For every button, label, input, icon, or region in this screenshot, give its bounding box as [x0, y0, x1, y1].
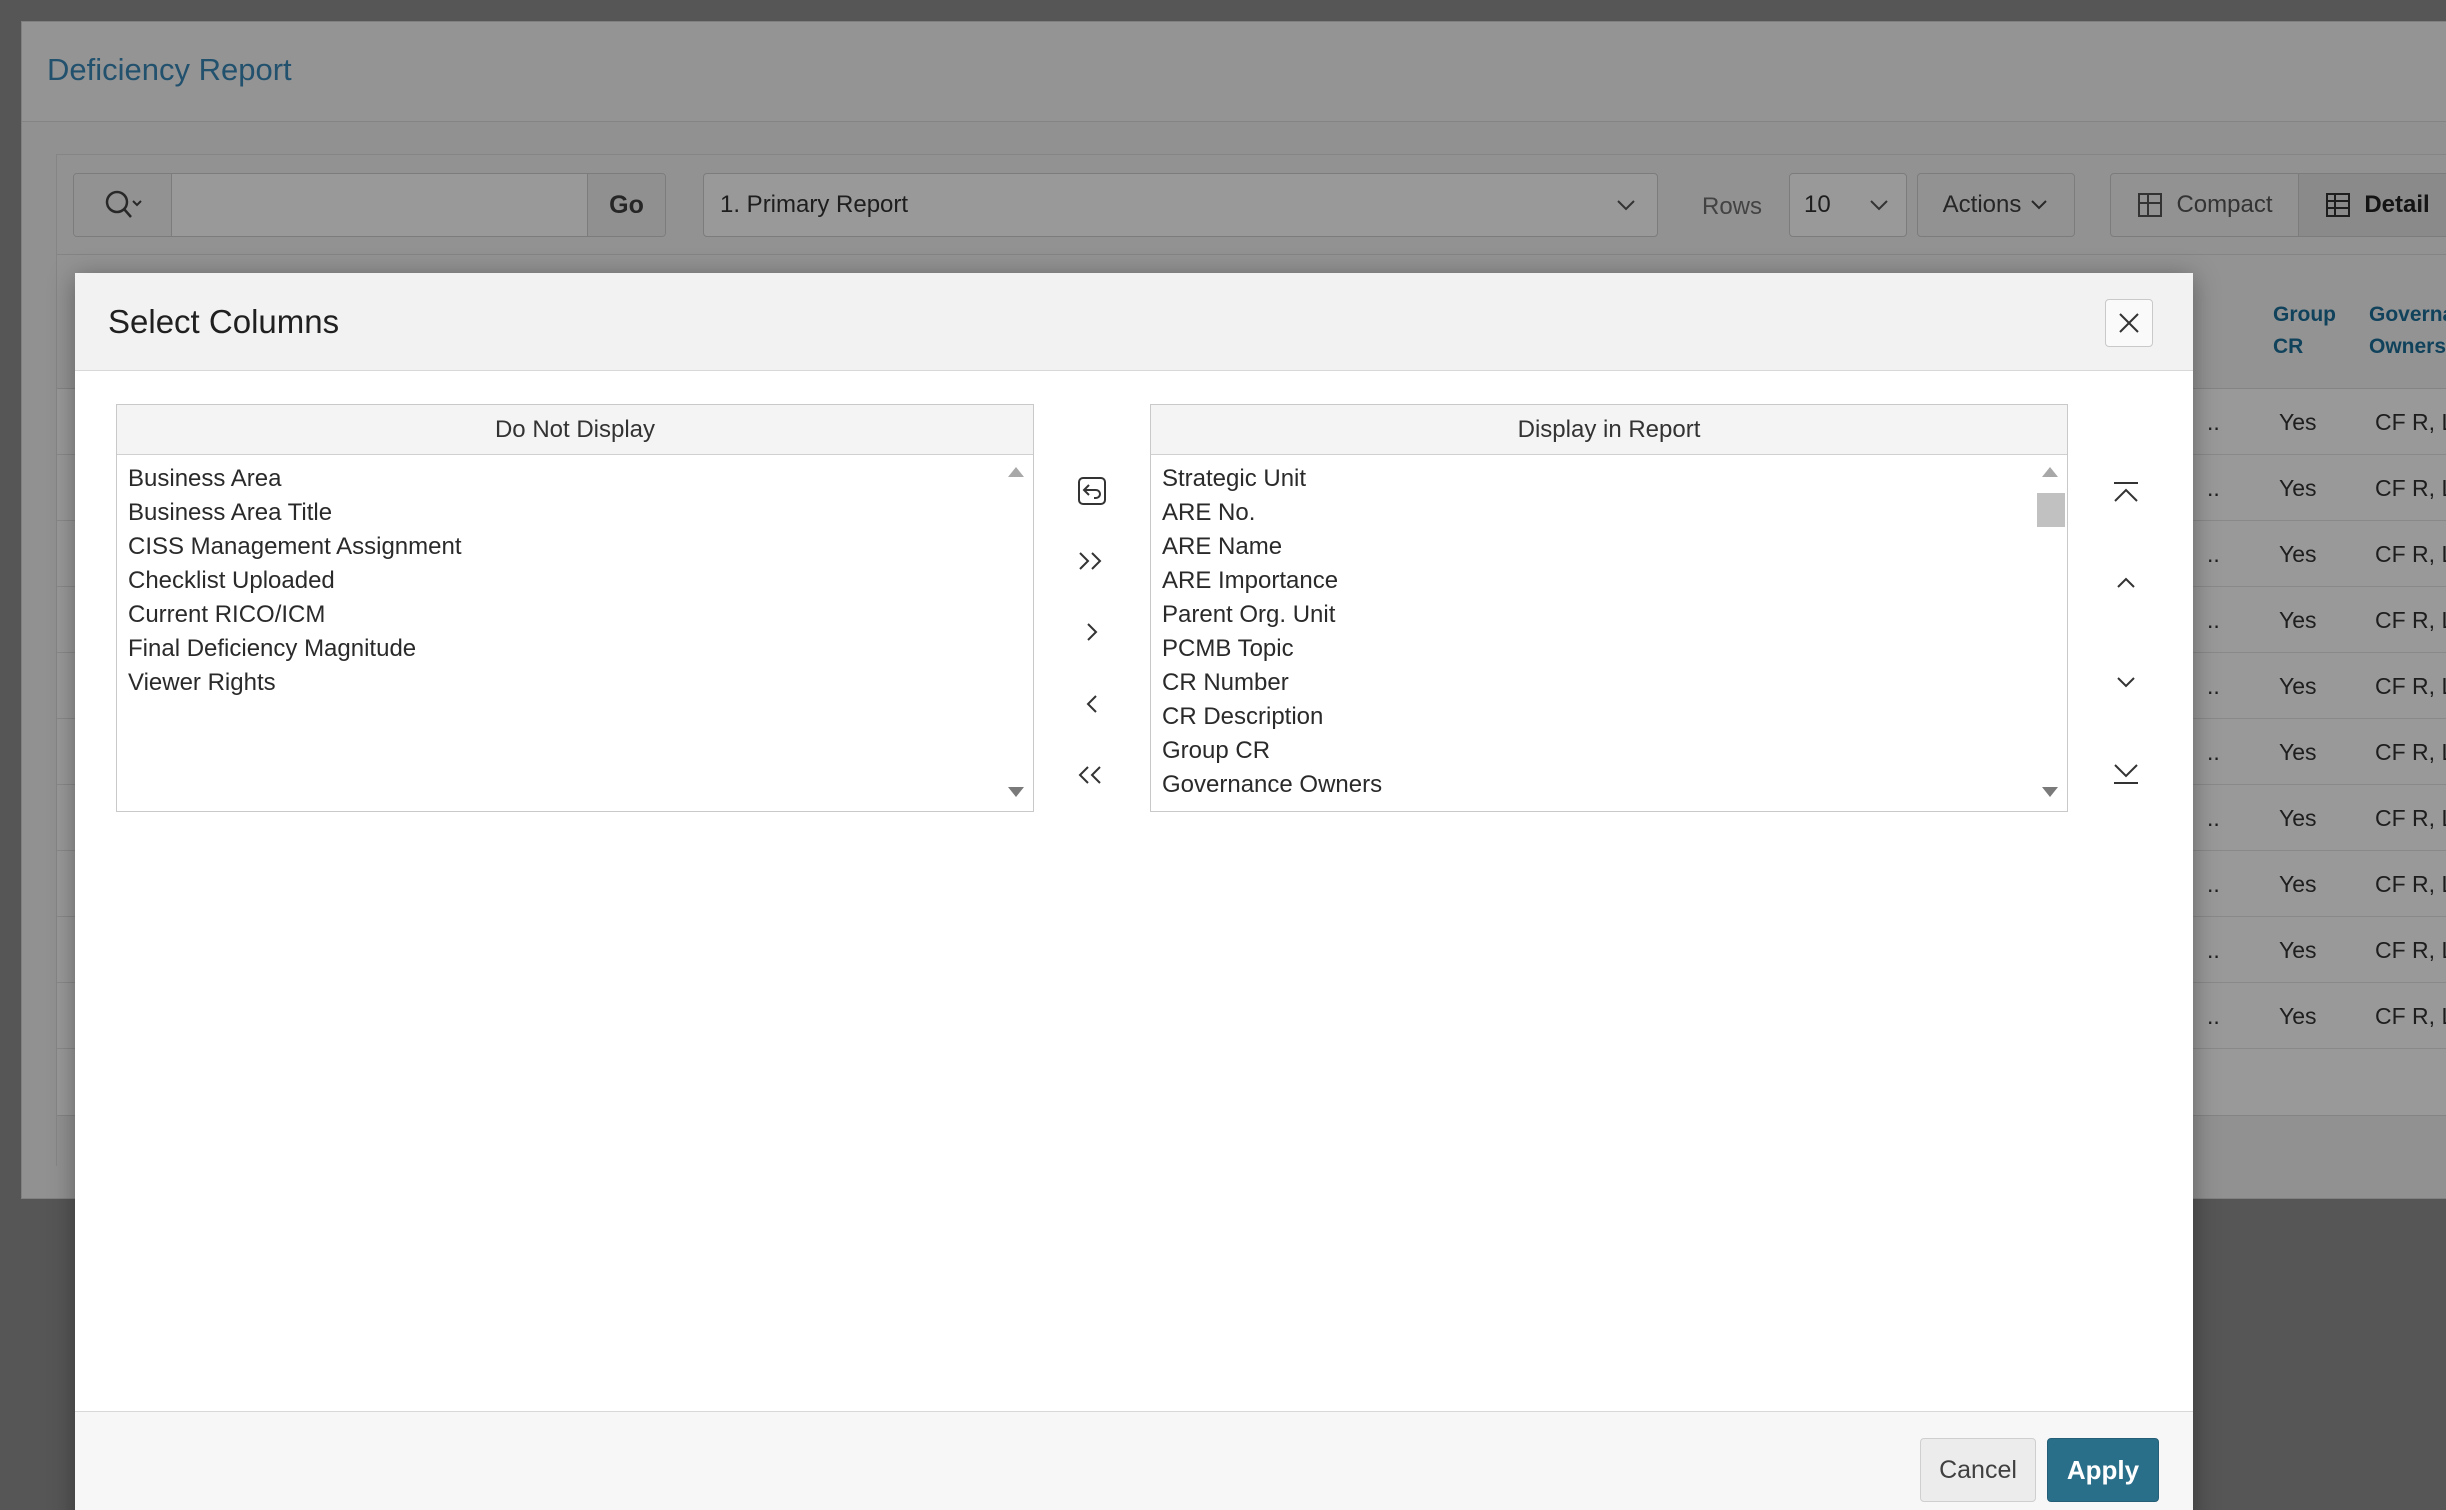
move-down-button[interactable]: [2098, 654, 2154, 710]
list-item[interactable]: ARE Importance: [1162, 567, 1338, 595]
dialog-header: Select Columns: [75, 273, 2193, 371]
close-button[interactable]: [2105, 299, 2153, 347]
chevron-left-icon: [1086, 695, 1097, 713]
display-in-report-options[interactable]: Strategic Unit ARE No. ARE Name ARE Importa…: [1151, 455, 2067, 811]
chevron-right-icon: [1087, 623, 1098, 641]
close-icon: [2119, 313, 2139, 333]
list-item[interactable]: Business Area Title: [128, 499, 332, 527]
list-item[interactable]: ARE No.: [1162, 499, 1255, 527]
double-chevron-left-icon: [1078, 766, 1101, 784]
list-item[interactable]: PCMB Topic: [1162, 635, 1294, 663]
dialog-title: Select Columns: [108, 303, 340, 340]
list-item[interactable]: Final Deficiency Magnitude: [128, 635, 416, 663]
select-columns-dialog: Select Columns Do Not Display Business A…: [75, 273, 2193, 1510]
double-chevron-right-icon: [1079, 552, 1102, 570]
scroll-up-icon[interactable]: [1008, 467, 1024, 477]
move-top-button[interactable]: [2098, 465, 2154, 521]
reset-icon: [1078, 477, 1106, 505]
list-item[interactable]: CISS Management Assignment: [128, 533, 462, 561]
list-item[interactable]: Current RICO/ICM: [128, 601, 325, 629]
scrollbar-thumb[interactable]: [2037, 493, 2065, 527]
list-item[interactable]: CR Number: [1162, 669, 1289, 697]
move-bottom-icon: [2114, 764, 2138, 784]
list-item[interactable]: CR Description: [1162, 703, 1323, 731]
list-item[interactable]: ARE Name: [1162, 533, 1282, 561]
do-not-display-list[interactable]: Do Not Display Business Area Business Are…: [116, 404, 1034, 812]
apply-button[interactable]: Apply: [2047, 1438, 2159, 1502]
scrollbar[interactable]: [2033, 455, 2067, 811]
list-item[interactable]: Business Area: [128, 465, 281, 493]
reset-button[interactable]: [1064, 463, 1120, 519]
chevron-down-icon: [2117, 677, 2135, 688]
scroll-down-icon[interactable]: [1008, 787, 1024, 797]
do-not-display-options[interactable]: Business Area Business Area Title CISS Man…: [117, 455, 1033, 811]
chevron-up-icon: [2117, 577, 2135, 588]
move-top-icon: [2114, 482, 2138, 502]
list-item[interactable]: Strategic Unit: [1162, 465, 1306, 493]
list-item[interactable]: Governance Owners: [1162, 771, 1382, 799]
list-item[interactable]: Parent Org. Unit: [1162, 601, 1335, 629]
dialog-footer: Cancel Apply: [75, 1411, 2193, 1510]
list-item[interactable]: Viewer Rights: [128, 669, 276, 697]
display-in-report-header: Display in Report: [1151, 405, 2067, 455]
move-up-button[interactable]: [2098, 555, 2154, 611]
do-not-display-header: Do Not Display: [117, 405, 1033, 455]
scroll-down-icon[interactable]: [2042, 787, 2058, 797]
move-all-left-button[interactable]: [1064, 747, 1120, 803]
move-right-button[interactable]: [1064, 604, 1120, 660]
scroll-up-icon[interactable]: [2042, 467, 2058, 477]
move-all-right-button[interactable]: [1064, 533, 1120, 589]
move-left-button[interactable]: [1064, 676, 1120, 732]
display-in-report-list[interactable]: Display in Report Strategic Unit ARE No. A…: [1150, 404, 2068, 812]
scrollbar[interactable]: [999, 455, 1033, 811]
list-item[interactable]: Checklist Uploaded: [128, 567, 335, 595]
move-bottom-button[interactable]: [2098, 745, 2154, 801]
list-item[interactable]: Group CR: [1162, 737, 1270, 765]
cancel-button[interactable]: Cancel: [1920, 1438, 2036, 1502]
